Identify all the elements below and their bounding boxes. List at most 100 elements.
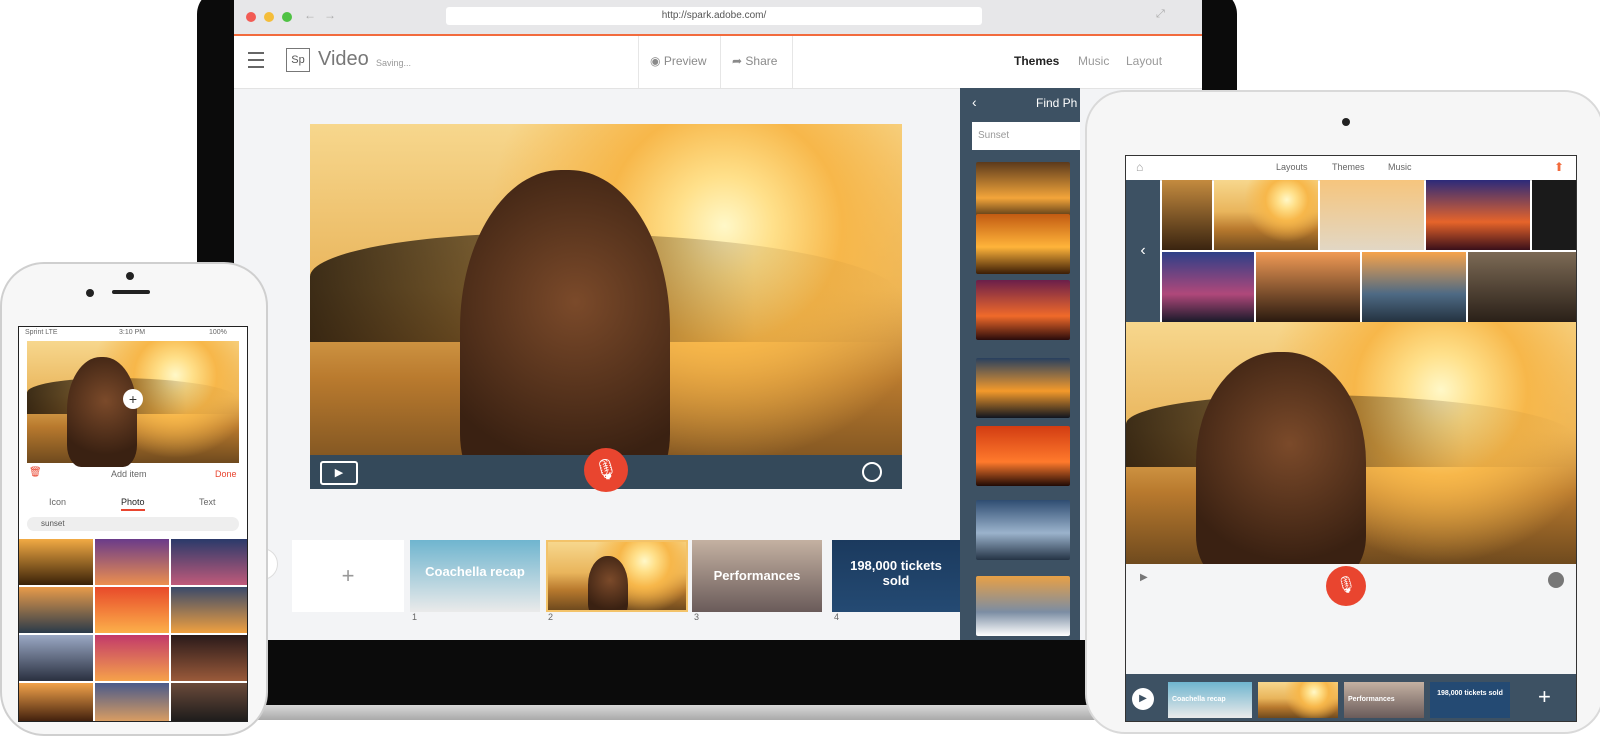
fullscreen-icon[interactable]: ⤢ [1156,8,1165,21]
photo-grid-item[interactable] [1256,252,1360,322]
search-result-thumb[interactable] [976,214,1070,274]
slide-caption: Coachella recap [1172,696,1226,703]
photo-grid-item[interactable] [1214,180,1318,250]
share-button[interactable]: ➦ Share [732,54,777,68]
carrier-label: Sprint LTE [25,329,58,336]
main-photo[interactable]: + [27,341,239,467]
tab-text[interactable]: Text [199,497,216,507]
eye-icon: ◉ [650,54,661,68]
maximize-dot-icon[interactable] [282,12,292,22]
photo-grid-item[interactable] [171,683,247,721]
front-camera [86,289,94,297]
save-status: Saving... [376,58,412,68]
tablet-toolbar: ⌂ Layouts Themes Music ⬆ [1126,156,1576,181]
camera-dot [126,272,134,280]
tablet-screen: ⌂ Layouts Themes Music ⬆ ‹ ▶ 🎙 ▶ Coachel… [1125,155,1577,722]
tab-music[interactable]: Music [1078,54,1109,68]
play-icon[interactable]: ▶ [1140,572,1148,583]
slide-thumb[interactable]: Performances [1344,682,1424,718]
search-result-thumb[interactable] [976,280,1070,340]
tab-icon[interactable]: Icon [49,497,66,507]
slide-thumb-selected[interactable] [546,540,688,612]
photo-grid-item[interactable] [19,683,93,721]
search-result-thumb[interactable] [976,358,1070,418]
photo-grid-item[interactable] [19,635,93,681]
preview-button[interactable]: ◉ Preview [650,54,707,68]
photo-grid-item[interactable] [1162,252,1254,322]
girl-silhouette [1196,352,1366,582]
menu-icon[interactable] [248,52,264,68]
share-arrow-icon: ➦ [732,54,743,68]
address-bar[interactable]: http://spark.adobe.com/ [446,7,982,25]
tab-layout[interactable]: Layout [1126,54,1162,68]
trash-icon[interactable]: 🗑 [29,467,42,478]
photo-grid-item[interactable] [171,587,247,633]
tab-themes[interactable]: Themes [1332,162,1365,172]
find-panel-title: Find Ph [1036,96,1078,110]
play-video-icon[interactable]: ▶ [320,461,358,485]
add-item-plus-icon[interactable]: + [123,389,143,409]
back-chevron-icon[interactable]: ‹ [1126,180,1160,322]
photo-grid-item[interactable] [1426,180,1530,250]
divider [792,36,793,88]
add-slide-button[interactable]: + [292,540,404,612]
photo-grid-item[interactable] [19,539,93,585]
tab-photo[interactable]: Photo [121,497,145,511]
search-result-thumb[interactable] [976,162,1070,222]
minimize-dot-icon[interactable] [264,12,274,22]
slide-thumb[interactable] [1258,682,1338,718]
back-chevron-icon[interactable]: ‹ [972,94,977,110]
tab-themes[interactable]: Themes [1014,54,1059,68]
done-button[interactable]: Done [215,469,237,479]
photo-grid-item[interactable] [95,635,169,681]
microphone-button[interactable]: 🎙 [584,448,628,492]
slide-thumb[interactable]: Coachella recap [1168,682,1252,718]
spark-logo: Sp [286,48,310,72]
microphone-icon: 🎙 [593,459,619,481]
main-photo[interactable] [1126,322,1576,582]
photo-search-input[interactable]: sunset [27,517,239,531]
back-arrow-icon[interactable]: ← [304,8,316,22]
microphone-button[interactable]: 🎙 [1326,566,1366,606]
search-result-thumb[interactable] [976,500,1070,560]
tab-music[interactable]: Music [1388,162,1412,172]
tab-layouts[interactable]: Layouts [1276,162,1308,172]
share-icon[interactable]: ⬆ [1554,160,1564,174]
add-slide-icon[interactable]: + [1538,684,1551,710]
girl-silhouette [67,357,137,467]
settings-circle-icon[interactable] [862,462,882,482]
photo-grid-item[interactable] [1162,180,1212,250]
slide-caption: Coachella recap [425,564,525,579]
photo-grid-item[interactable] [19,587,93,633]
play-icon[interactable]: ▶ [1132,688,1154,710]
photo-grid-item[interactable] [171,635,247,681]
photo-grid-item[interactable] [95,539,169,585]
search-result-thumb[interactable] [976,576,1070,636]
photo-search-input[interactable]: Sunset [972,122,1080,150]
divider [720,36,721,88]
photo-grid-item[interactable] [171,539,247,585]
slide-number: 1 [412,612,418,622]
photo-grid-item[interactable] [1468,252,1576,322]
photo-grid-item[interactable] [95,587,169,633]
photo-grid-item[interactable] [1320,180,1424,250]
add-item-title: Add item [111,469,147,479]
find-photos-panel: ‹ Find Ph Sunset [960,88,1080,640]
browser-chrome: ← → http://spark.adobe.com/ ⤢ [234,0,1202,36]
photo-grid-item[interactable] [95,683,169,721]
timer-icon[interactable] [1548,572,1564,588]
forward-arrow-icon[interactable]: → [324,8,336,22]
photo-grid-item[interactable] [1532,180,1576,250]
search-result-thumb[interactable] [976,426,1070,486]
home-icon[interactable]: ⌂ [1136,160,1143,174]
girl-silhouette [588,556,628,610]
slide-thumb[interactable]: 198,000 tickets sold [1430,682,1510,718]
slide-caption: 198,000 tickets sold [850,558,942,588]
photo-grid-item[interactable] [1362,252,1466,322]
slide-thumb[interactable]: Coachella recap [410,540,540,612]
slide-thumb[interactable]: Performances [692,540,822,612]
close-dot-icon[interactable] [246,12,256,22]
slide-thumb[interactable]: 198,000 tickets sold [832,540,960,612]
main-photo[interactable] [310,124,902,488]
phone-screen: Sprint LTE 3:10 PM 100% + 🗑 Add item Don… [18,326,248,722]
